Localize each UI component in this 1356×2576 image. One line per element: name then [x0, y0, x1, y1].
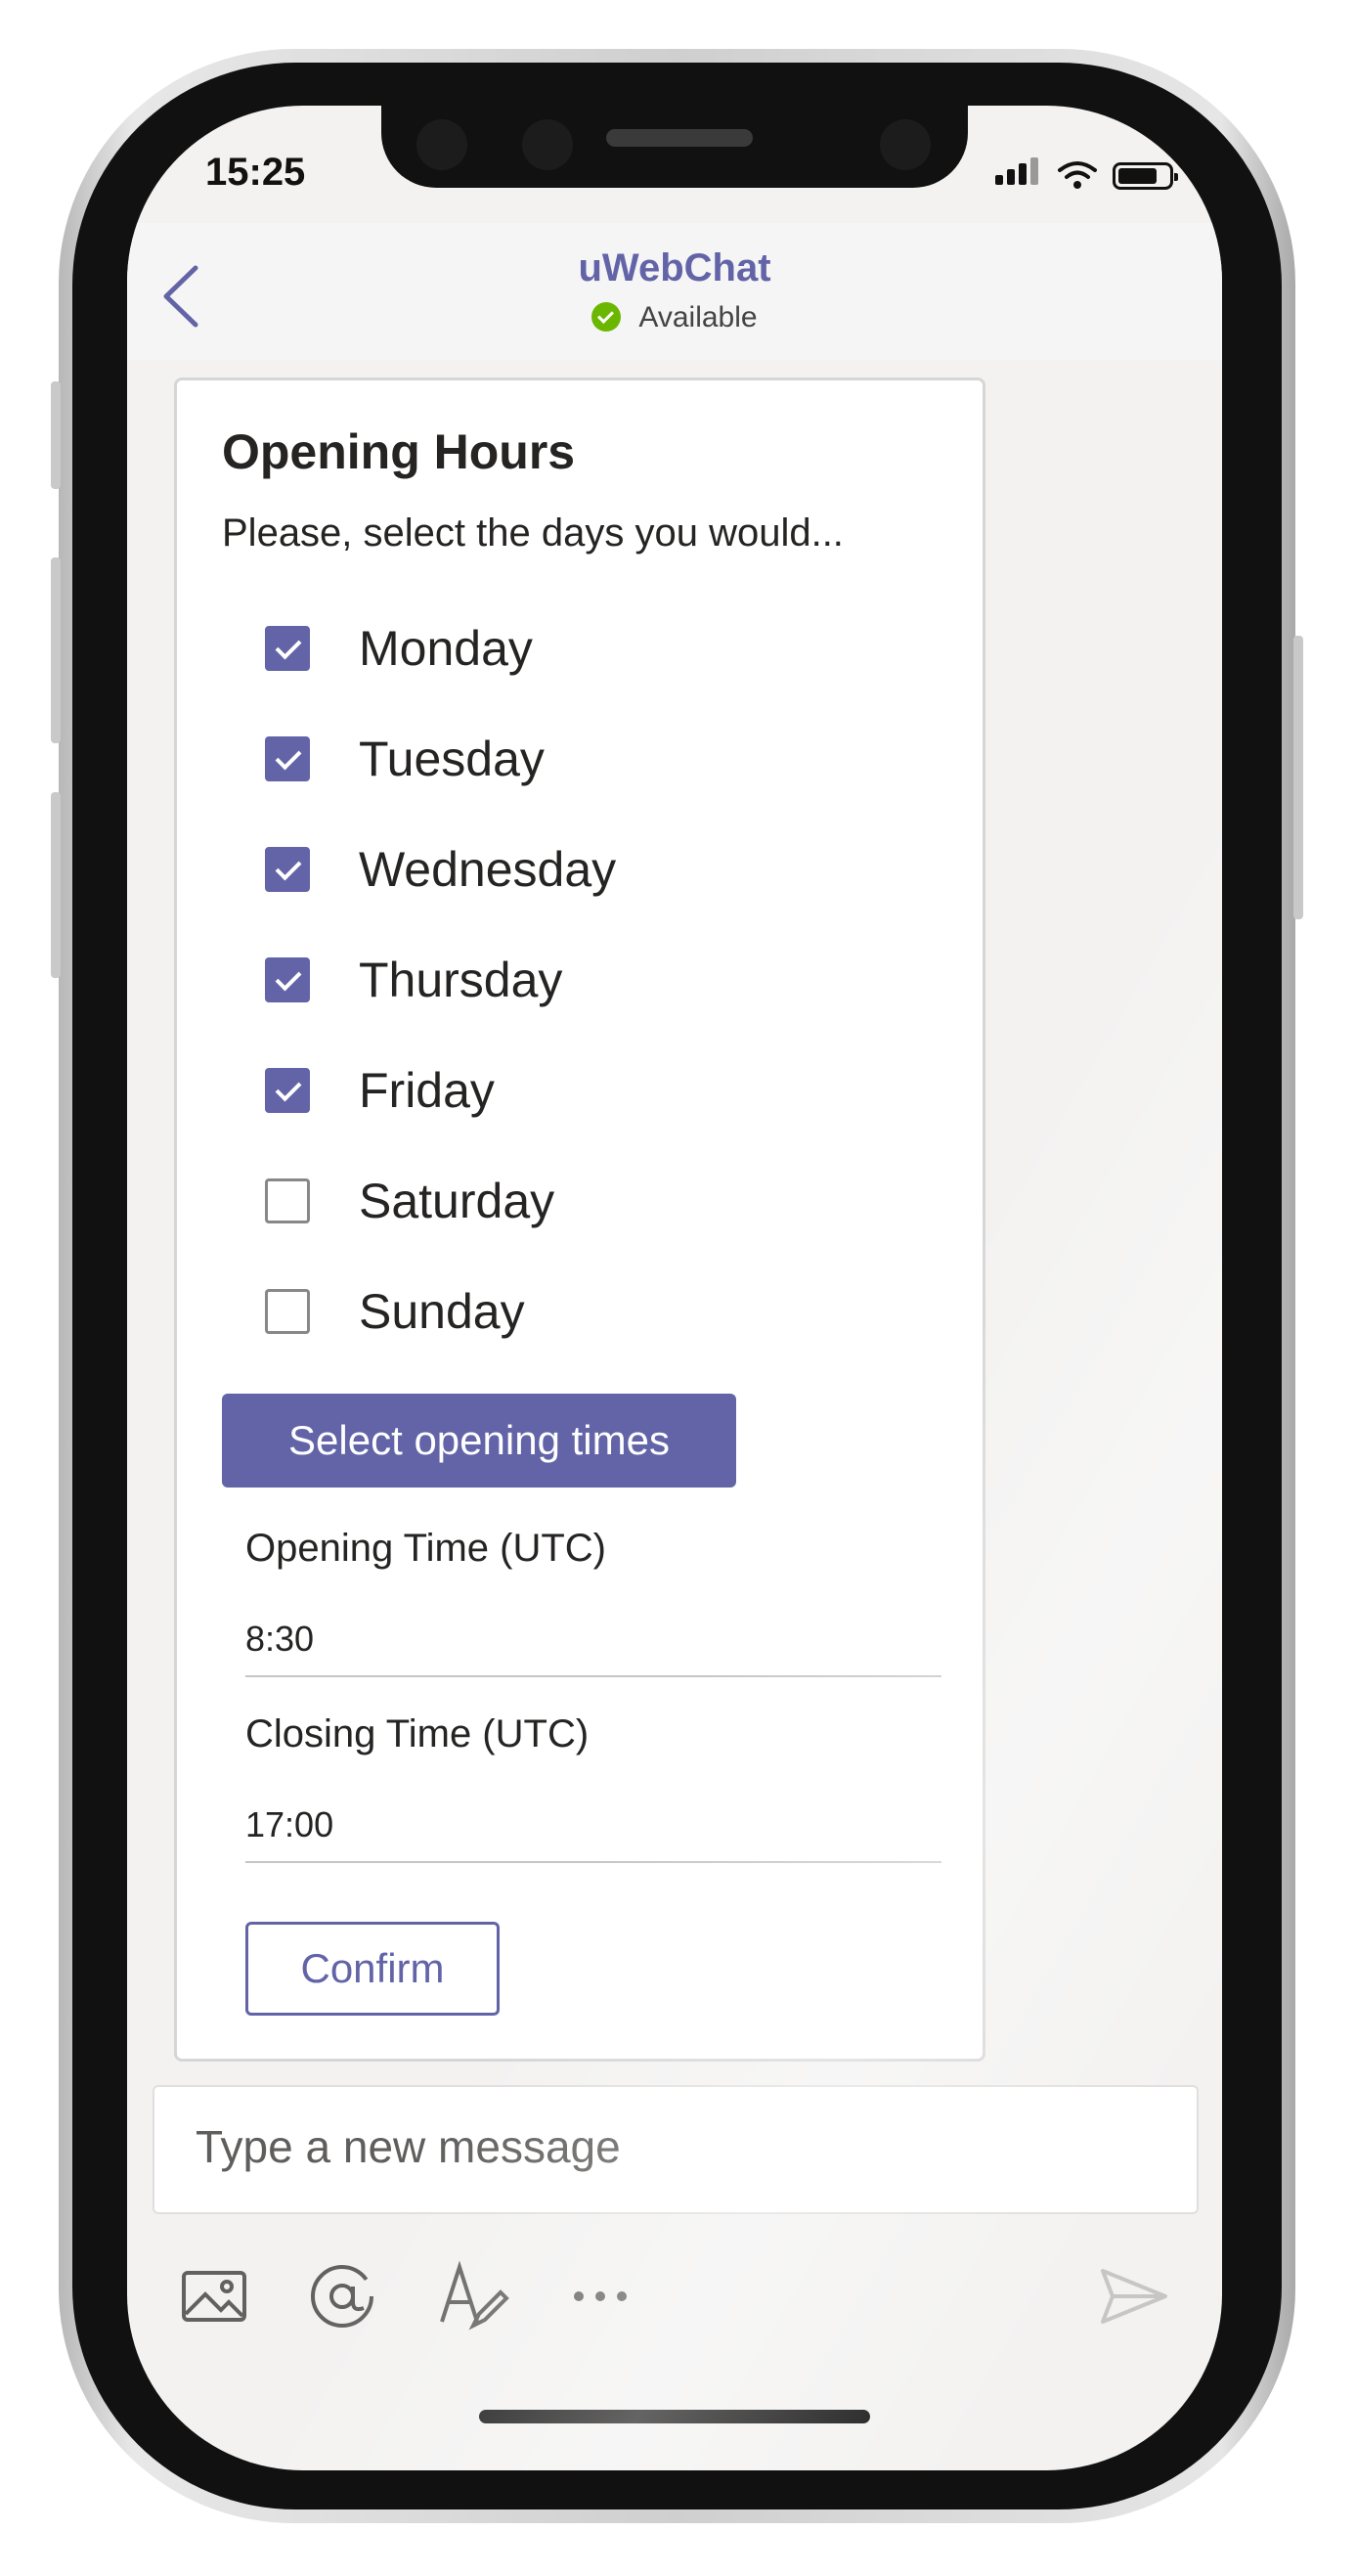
- day-label: Sunday: [359, 1284, 525, 1339]
- presence-label: Available: [638, 301, 758, 333]
- volume-up-button: [51, 557, 61, 743]
- mention-icon[interactable]: [303, 2257, 381, 2335]
- available-status-icon: [591, 302, 622, 332]
- image-icon[interactable]: [176, 2257, 254, 2335]
- confirm-button[interactable]: Confirm: [245, 1922, 500, 2016]
- screen: 15:25 uWebChat Available Opening Hours P…: [127, 106, 1222, 2470]
- status-time: 15:25: [205, 151, 306, 194]
- day-option-wednesday[interactable]: Wednesday: [265, 840, 616, 899]
- earpiece-speaker: [606, 129, 753, 147]
- checkbox[interactable]: [265, 847, 310, 892]
- day-option-friday[interactable]: Friday: [265, 1061, 495, 1120]
- battery-icon: [1113, 162, 1178, 190]
- day-option-sunday[interactable]: Sunday: [265, 1282, 525, 1341]
- card-subtitle: Please, select the days you would...: [222, 511, 844, 555]
- status-icons: [995, 156, 1178, 190]
- day-label: Saturday: [359, 1174, 555, 1228]
- select-opening-times-button[interactable]: Select opening times: [222, 1394, 736, 1488]
- message-input[interactable]: Type a new message: [153, 2085, 1199, 2214]
- checkbox[interactable]: [265, 626, 310, 671]
- day-option-saturday[interactable]: Saturday: [265, 1172, 554, 1230]
- sensor: [522, 119, 573, 170]
- power-button: [1293, 636, 1303, 919]
- checkbox[interactable]: [265, 1068, 310, 1113]
- home-indicator[interactable]: [479, 2410, 870, 2423]
- sensor: [416, 119, 467, 170]
- checkbox[interactable]: [265, 957, 310, 1002]
- signal-icon: [995, 157, 1042, 190]
- send-icon[interactable]: [1095, 2257, 1173, 2335]
- notch: [381, 106, 968, 188]
- volume-down-button: [51, 792, 61, 978]
- day-option-monday[interactable]: Monday: [265, 619, 533, 678]
- chat-title[interactable]: uWebChat: [127, 246, 1222, 290]
- day-label: Tuesday: [359, 732, 545, 786]
- presence-status: Available: [127, 301, 1222, 334]
- adaptive-card: Opening Hours Please, select the days yo…: [174, 378, 985, 2062]
- day-option-thursday[interactable]: Thursday: [265, 951, 562, 1009]
- compose-toolbar: [176, 2257, 1173, 2345]
- day-label: Monday: [359, 621, 533, 676]
- closing-time-input[interactable]: 17:00: [245, 1795, 941, 1863]
- wifi-icon: [1058, 161, 1097, 189]
- day-option-tuesday[interactable]: Tuesday: [265, 730, 545, 788]
- more-icon[interactable]: [561, 2257, 639, 2335]
- opening-time-label: Opening Time (UTC): [245, 1527, 606, 1570]
- mute-switch: [51, 381, 61, 489]
- day-label: Thursday: [359, 953, 563, 1007]
- checkbox[interactable]: [265, 1289, 310, 1334]
- checkbox[interactable]: [265, 736, 310, 781]
- format-icon[interactable]: [432, 2257, 510, 2335]
- day-label: Wednesday: [359, 842, 617, 897]
- card-title: Opening Hours: [222, 424, 576, 479]
- opening-time-input[interactable]: 8:30: [245, 1609, 941, 1677]
- closing-time-label: Closing Time (UTC): [245, 1712, 590, 1755]
- day-label: Friday: [359, 1063, 495, 1118]
- chat-header: uWebChat Available: [127, 223, 1222, 360]
- checkbox[interactable]: [265, 1178, 310, 1223]
- front-camera: [880, 119, 931, 170]
